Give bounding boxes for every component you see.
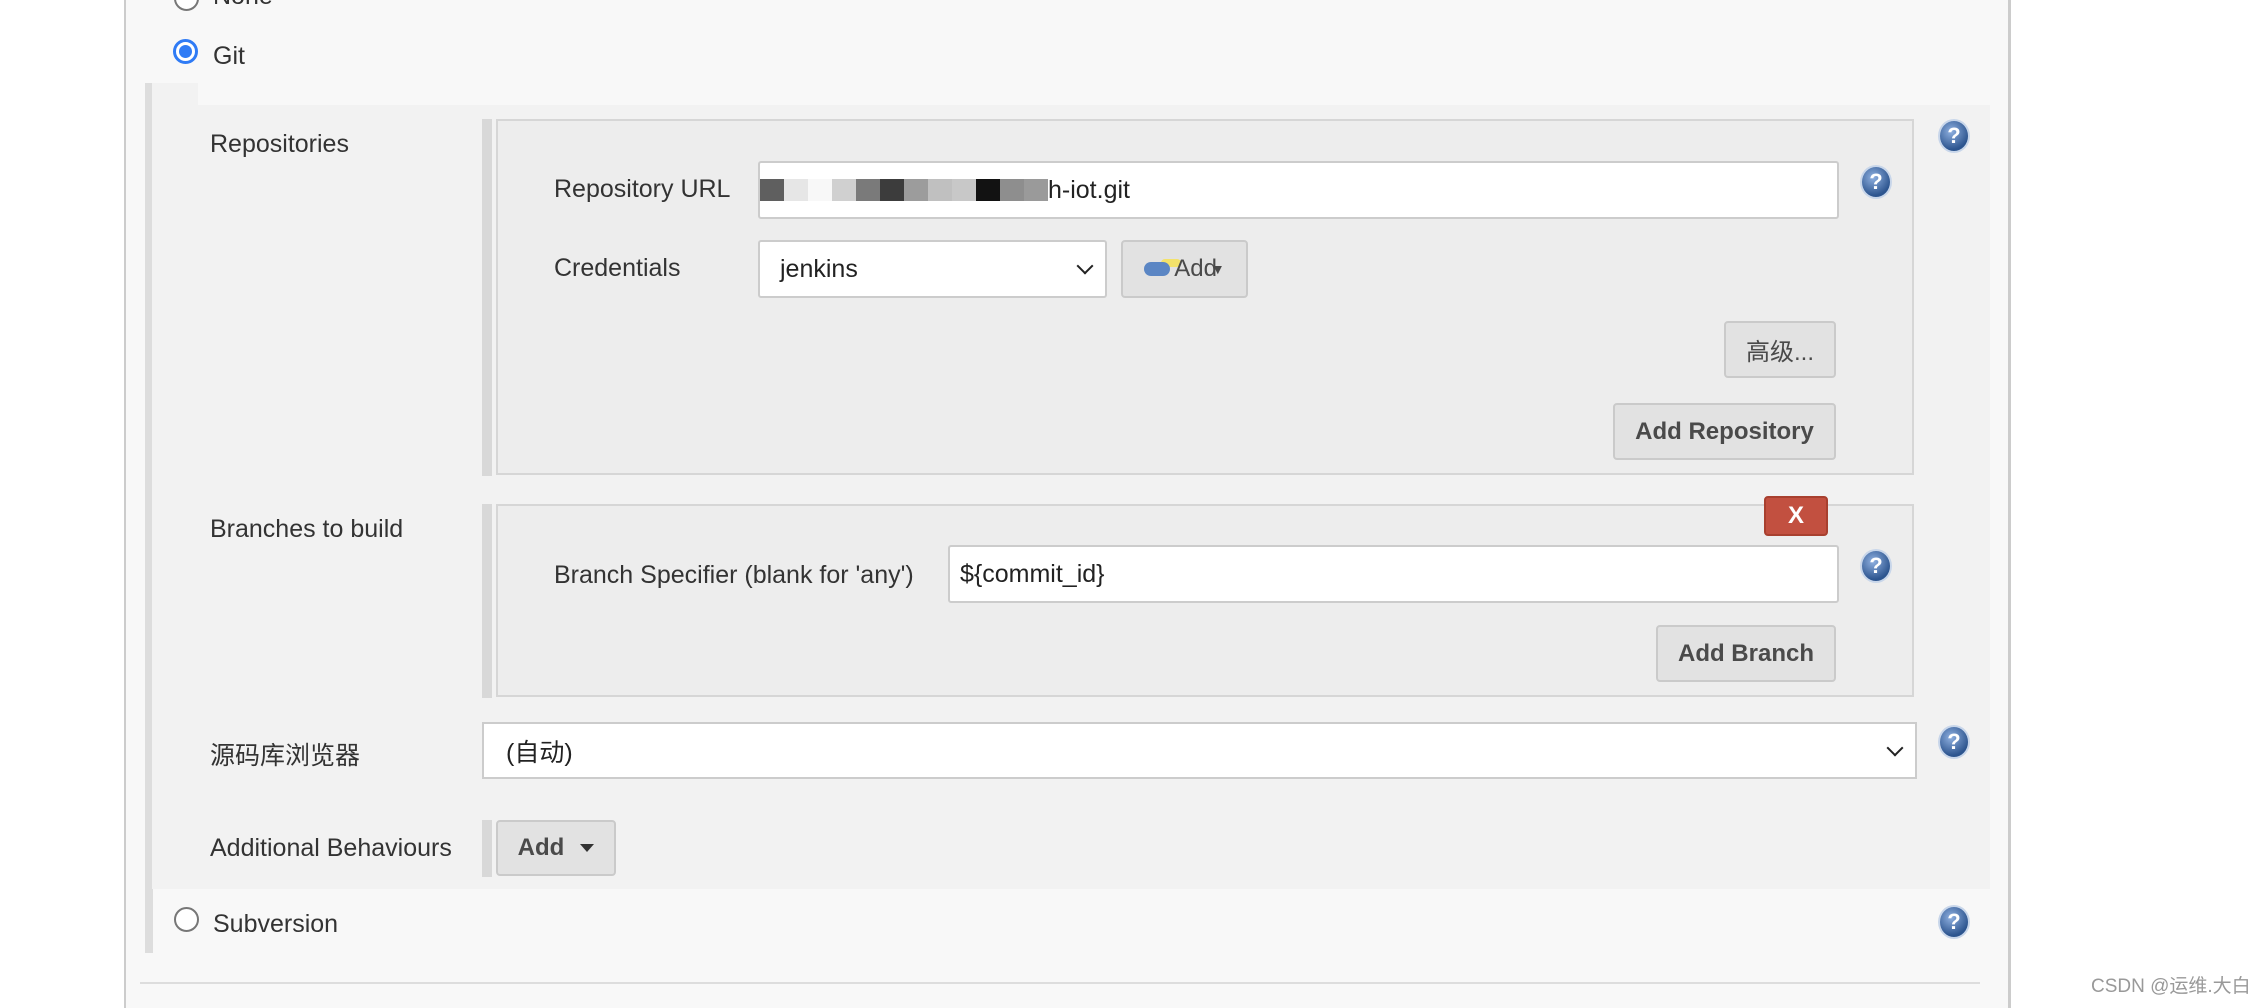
branch-specifier-label: Branch Specifier (blank for 'any') xyxy=(554,561,914,589)
additional-behaviours-label: Additional Behaviours xyxy=(210,834,452,862)
repository-url-input[interactable]: h-iot.git xyxy=(758,161,1839,219)
advanced-button[interactable]: 高级... xyxy=(1724,321,1836,378)
redacted-url xyxy=(760,179,1048,201)
delete-branch-button[interactable]: X xyxy=(1764,496,1828,536)
help-icon[interactable]: ? xyxy=(1860,165,1892,199)
behaviours-strip xyxy=(482,820,492,877)
key-icon xyxy=(1144,262,1171,276)
branches-label: Branches to build xyxy=(210,515,404,543)
add-behaviour-label: Add xyxy=(517,834,565,861)
add-repository-button[interactable]: Add Repository xyxy=(1613,403,1836,460)
divider xyxy=(140,982,1980,984)
credentials-select[interactable]: jenkins xyxy=(758,240,1107,298)
caret-down-icon: ▼ xyxy=(1210,261,1225,277)
add-branch-button[interactable]: Add Branch xyxy=(1656,625,1836,682)
radio-subversion[interactable] xyxy=(174,907,199,932)
radio-subversion-label: Subversion xyxy=(213,910,339,938)
credentials-label: Credentials xyxy=(554,254,681,282)
section-notch xyxy=(152,83,198,107)
watermark: CSDN @运维.大白 xyxy=(2091,976,2251,997)
repository-url-label: Repository URL xyxy=(554,175,731,203)
add-behaviour-button[interactable]: Add xyxy=(496,820,616,876)
caret-down-icon xyxy=(580,844,595,852)
help-icon[interactable]: ? xyxy=(1938,725,1970,759)
help-icon[interactable]: ? xyxy=(1938,119,1970,153)
repository-browser-value: (自动) xyxy=(506,738,573,767)
branch-specifier-input[interactable]: ${commit_id} xyxy=(948,545,1839,603)
repository-url-value: h-iot.git xyxy=(1048,175,1130,204)
radio-none-label: None xyxy=(213,0,273,11)
repository-browser-label: 源码库浏览器 xyxy=(210,742,361,770)
chevron-down-icon xyxy=(1076,257,1094,275)
help-icon[interactable]: ? xyxy=(1860,549,1892,583)
chevron-down-icon xyxy=(1886,739,1904,756)
add-credentials-button[interactable]: Add ▼ xyxy=(1121,240,1248,298)
help-icon[interactable]: ? xyxy=(1938,905,1970,939)
radio-git-label: Git xyxy=(213,42,245,70)
credentials-value: jenkins xyxy=(780,254,858,283)
repo-strip xyxy=(482,119,492,476)
repository-browser-select[interactable]: (自动) xyxy=(482,722,1917,779)
radio-git[interactable] xyxy=(173,39,198,64)
repositories-label: Repositories xyxy=(210,130,349,158)
branch-strip xyxy=(482,504,492,698)
